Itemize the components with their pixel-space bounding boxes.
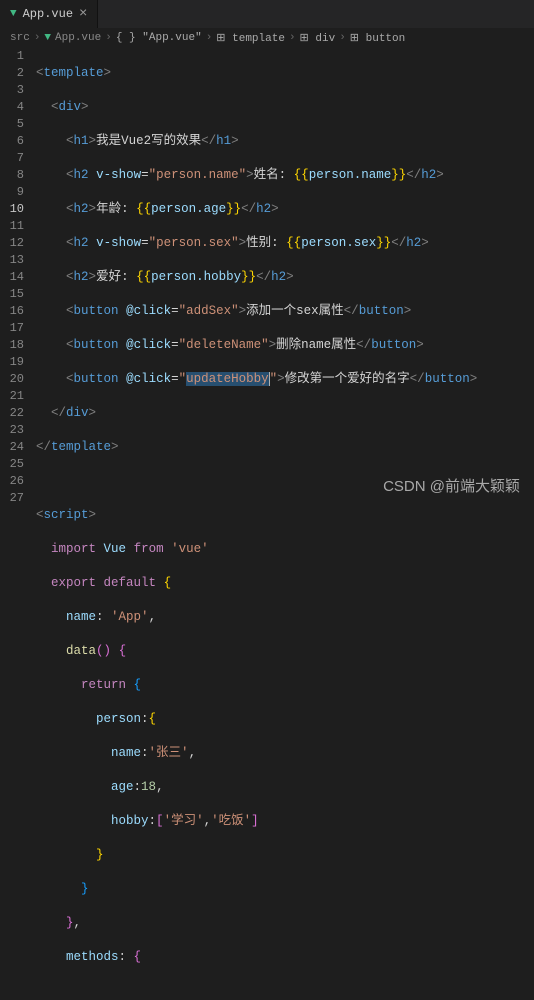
vue-icon: ▼ bbox=[10, 8, 17, 20]
breadcrumb-item: ⊞ button bbox=[350, 31, 405, 45]
tab-bar: ▼ App.vue × bbox=[0, 0, 534, 28]
code-area[interactable]: <template> <div> <h1>我是Vue2写的效果</h1> <h2… bbox=[36, 48, 534, 1000]
vue-icon: ▼ bbox=[44, 32, 51, 44]
tab-label: App.vue bbox=[23, 7, 73, 21]
gutter: 1234567891011121314151617181920212223242… bbox=[0, 48, 36, 1000]
close-icon[interactable]: × bbox=[79, 6, 87, 22]
breadcrumb-item[interactable]: App.vue bbox=[55, 32, 101, 44]
breadcrumb-item: ⊞ div bbox=[300, 31, 336, 45]
breadcrumb-item: ⊞ template bbox=[216, 31, 285, 45]
watermark: CSDN @前端大颖颖 bbox=[383, 475, 520, 496]
editor[interactable]: 1234567891011121314151617181920212223242… bbox=[0, 48, 534, 1000]
breadcrumb-item[interactable]: src bbox=[10, 32, 30, 44]
breadcrumb[interactable]: src› ▼ App.vue› { } "App.vue"› ⊞ templat… bbox=[0, 28, 534, 48]
tab-app-vue[interactable]: ▼ App.vue × bbox=[0, 0, 98, 28]
breadcrumb-item[interactable]: { } "App.vue" bbox=[116, 32, 202, 44]
